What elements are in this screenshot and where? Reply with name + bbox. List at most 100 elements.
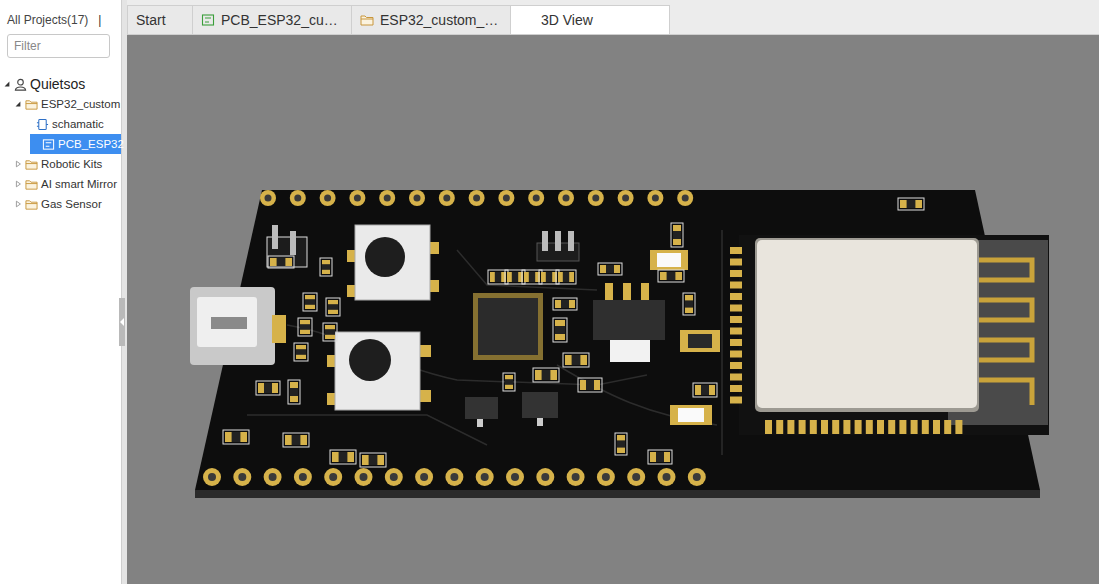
top-header-pins bbox=[260, 190, 693, 206]
module-pad bbox=[730, 259, 742, 266]
header-pin bbox=[536, 468, 554, 486]
filter-input[interactable] bbox=[7, 34, 110, 58]
tree-item[interactable]: schamatic bbox=[0, 114, 121, 134]
folder-icon bbox=[25, 178, 38, 191]
smd-passive bbox=[303, 293, 317, 311]
module-pad bbox=[730, 351, 742, 358]
reset-button bbox=[327, 332, 431, 410]
expand-toggle-icon[interactable] bbox=[14, 100, 22, 108]
editor-area: Start PCB_ESP32_cu… ESP32_custom_… 3D View bbox=[127, 0, 1099, 584]
module-pad bbox=[799, 420, 806, 434]
leds bbox=[650, 250, 720, 425]
smd-passive bbox=[598, 263, 622, 275]
header-pin bbox=[379, 190, 395, 206]
jumper-header bbox=[267, 225, 307, 267]
module-pad bbox=[730, 282, 742, 289]
pcb-3d-model[interactable] bbox=[127, 35, 1099, 584]
document-tab[interactable]: 3D View bbox=[510, 5, 670, 34]
header-pin bbox=[294, 468, 312, 486]
module-pad bbox=[899, 420, 906, 434]
boot-button bbox=[347, 225, 439, 300]
bottom-header-pins bbox=[203, 468, 706, 486]
folder-icon bbox=[25, 98, 38, 111]
header-pin bbox=[528, 190, 544, 206]
usb-uart-chip bbox=[473, 293, 543, 360]
module-pad bbox=[730, 328, 742, 335]
header-pin bbox=[349, 190, 365, 206]
module-pad bbox=[730, 293, 742, 300]
user-icon bbox=[14, 78, 27, 91]
module-pad bbox=[933, 420, 940, 434]
expand-toggle-icon[interactable] bbox=[14, 180, 22, 188]
header-pin bbox=[445, 468, 463, 486]
smd-passive bbox=[556, 270, 576, 284]
usb-connector bbox=[190, 287, 286, 365]
pin-header-3 bbox=[537, 231, 579, 261]
module-pad bbox=[877, 420, 884, 434]
filter-field-wrap bbox=[0, 27, 121, 58]
module-pad bbox=[730, 397, 742, 404]
expand-toggle-icon[interactable] bbox=[14, 160, 22, 168]
folder-icon bbox=[360, 13, 374, 27]
smd-passive bbox=[323, 323, 337, 341]
module-pad bbox=[776, 420, 783, 434]
tree-item-label: Quietsos bbox=[30, 76, 85, 92]
smd-passive bbox=[898, 198, 924, 210]
header-pin bbox=[558, 190, 574, 206]
smd-passive bbox=[671, 223, 683, 247]
3d-viewport[interactable] bbox=[127, 35, 1099, 584]
passive-components bbox=[223, 198, 924, 467]
smd-passive bbox=[320, 258, 332, 276]
tree-item[interactable]: ESP32_custom bbox=[0, 94, 121, 114]
header-pin bbox=[439, 190, 455, 206]
smd-passive bbox=[615, 433, 627, 455]
tab-label: ESP32_custom_… bbox=[380, 12, 498, 28]
pcb-icon bbox=[201, 13, 215, 27]
module-pad bbox=[944, 420, 951, 434]
smd-passive bbox=[578, 378, 602, 392]
module-pad bbox=[765, 420, 772, 434]
tab-label: PCB_ESP32_cu… bbox=[221, 12, 338, 28]
document-tab[interactable]: PCB_ESP32_cu… bbox=[192, 5, 352, 34]
projects-header: All Projects(17)| bbox=[0, 0, 121, 27]
header-pin bbox=[677, 190, 693, 206]
smd-passive bbox=[330, 450, 356, 464]
document-tab[interactable]: Start bbox=[127, 5, 193, 34]
document-tab[interactable]: ESP32_custom_… bbox=[351, 5, 511, 34]
module-pad bbox=[730, 385, 742, 392]
expand-toggle-icon[interactable] bbox=[31, 140, 39, 148]
sidebar-collapse-handle[interactable] bbox=[119, 298, 125, 346]
module-pad bbox=[866, 420, 873, 434]
header-pin bbox=[409, 190, 425, 206]
smd-passive bbox=[326, 298, 340, 316]
module-pad bbox=[730, 270, 742, 277]
smd-passive bbox=[533, 368, 559, 382]
tree-item[interactable]: Gas Sensor bbox=[0, 194, 121, 214]
tree-item[interactable]: Quietsos bbox=[0, 74, 121, 94]
header-pin bbox=[233, 468, 251, 486]
tree-item[interactable]: AI smart Mirror bbox=[0, 174, 121, 194]
expand-toggle-icon[interactable] bbox=[25, 120, 33, 128]
tree-item-label: Gas Sensor bbox=[41, 198, 102, 210]
smd-passive bbox=[288, 380, 300, 404]
document-tabs: Start PCB_ESP32_cu… ESP32_custom_… 3D View bbox=[127, 0, 1099, 35]
header-pin bbox=[264, 468, 282, 486]
project-tree: Quietsos ESP32_customschamatic PCB_ESP32 Ro… bbox=[0, 74, 121, 214]
project-sidebar: All Projects(17)| Quietsos ESP32_customsch… bbox=[0, 0, 122, 584]
expand-toggle-icon[interactable] bbox=[14, 200, 22, 208]
smd-passive bbox=[360, 453, 386, 467]
header-pin bbox=[588, 190, 604, 206]
tree-item[interactable]: Robotic Kits bbox=[0, 154, 121, 174]
header-pin bbox=[385, 468, 403, 486]
expand-toggle-icon[interactable] bbox=[3, 80, 11, 88]
header-pin bbox=[324, 468, 342, 486]
tree-item-label: PCB_ESP32 bbox=[58, 138, 124, 150]
module-pad bbox=[730, 316, 742, 323]
all-projects-link[interactable]: All Projects(17) bbox=[7, 13, 88, 27]
module-pad bbox=[888, 420, 895, 434]
pcb-icon bbox=[42, 138, 55, 151]
tree-item[interactable]: PCB_ESP32 bbox=[30, 134, 121, 154]
header-pin bbox=[203, 468, 221, 486]
module-pad bbox=[730, 305, 742, 312]
smd-passive bbox=[563, 353, 589, 367]
